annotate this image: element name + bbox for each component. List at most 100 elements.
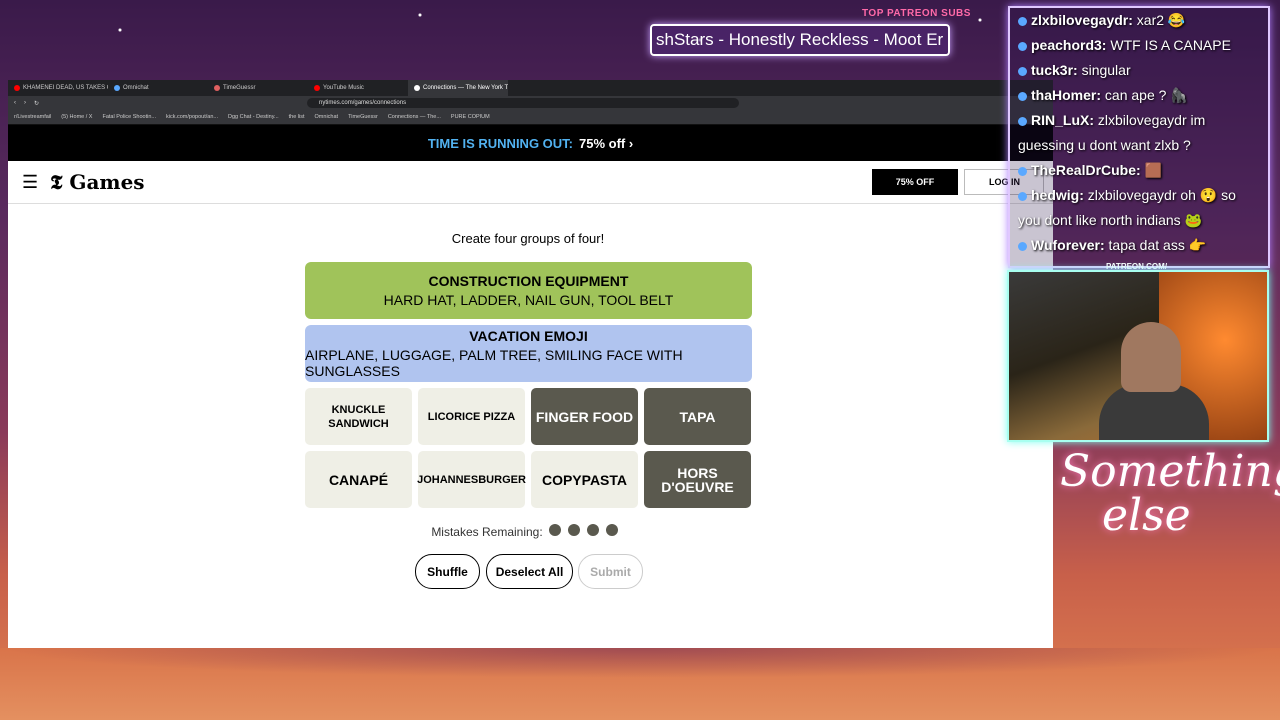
chat-text: guessing u dont want zlxb ? xyxy=(1018,137,1191,153)
webcam-feed xyxy=(1007,270,1269,442)
promo-banner[interactable]: TIME IS RUNNING OUT: 75% off › xyxy=(8,125,1053,161)
bookmark-item[interactable]: Fatal Police Shootin... xyxy=(102,114,156,120)
chat-message: thaHomer: can ape ? 🦍 xyxy=(1010,83,1268,108)
word-tile[interactable]: JOHANNESBURGER xyxy=(417,451,526,508)
solved-group: VACATION EMOJI AIRPLANE, LUGGAGE, PALM T… xyxy=(305,325,752,382)
browser-tab[interactable]: Omnichat xyxy=(108,80,208,96)
deselect-all-button[interactable]: Deselect All xyxy=(486,554,573,589)
mistake-dot xyxy=(586,524,599,536)
chat-text: you dont like north indians 🐸 xyxy=(1018,212,1202,228)
group-members: AIRPLANE, LUGGAGE, PALM TREE, SMILING FA… xyxy=(305,347,683,379)
patreon-label: TOP PATREON SUBS xyxy=(862,8,971,19)
browser-window: KHAMENEI DEAD, US TAKES CASUA Omnichat Tim… xyxy=(8,80,1053,648)
chat-message: guessing u dont want zlxb ? xyxy=(1010,133,1268,158)
webcam-streamer-body xyxy=(1099,384,1209,440)
bookmark-item[interactable]: the list xyxy=(289,114,305,120)
browser-tab[interactable]: YouTube Music xyxy=(308,80,408,96)
chat-username: thaHomer: xyxy=(1031,87,1102,103)
chat-badge-icon xyxy=(1018,116,1027,126)
promo-offer[interactable]: 75% off › xyxy=(579,136,633,151)
bookmark-item[interactable]: (5) Home / X xyxy=(61,114,92,120)
tab-label: Connections — The New York T xyxy=(423,85,508,91)
chat-message: Wuforever: tapa dat ass 👉 xyxy=(1010,233,1268,258)
chat-message: zlxbilovegaydr: xar2 😂 xyxy=(1010,8,1268,33)
word-tile[interactable]: FINGER FOOD xyxy=(531,388,638,445)
tab-favicon-icon xyxy=(214,85,220,91)
chat-badge-icon xyxy=(1018,16,1027,26)
stream-background-bottom xyxy=(0,648,1280,720)
chat-message: RIN_LuX: zlxbilovegaydr im xyxy=(1010,108,1268,133)
solved-group: CONSTRUCTION EQUIPMENT HARD HAT, LADDER,… xyxy=(305,262,752,319)
patreon-ticker: shStars - Honestly Reckless - Moot Er xyxy=(650,24,950,56)
word-tile[interactable]: HORS D'OEUVRE xyxy=(644,451,751,508)
word-tile[interactable]: CANAPÉ xyxy=(305,451,412,508)
chat-text: zlxbilovegaydr oh 😲 so xyxy=(1083,187,1236,203)
chat-username: Wuforever: xyxy=(1031,237,1105,253)
browser-tab[interactable]: TimeGuessr xyxy=(208,80,308,96)
chat-message: peachord3: WTF IS A CANAPE xyxy=(1010,33,1268,58)
chat-badge-icon xyxy=(1018,191,1027,201)
site-header: ☰ 𝕿 Games 75% OFF LOG IN xyxy=(8,161,1053,204)
promo-prefix: TIME IS RUNNING OUT: xyxy=(427,135,573,151)
chat-message: you dont like north indians 🐸 xyxy=(1010,208,1268,233)
chat-badge-icon xyxy=(1018,166,1027,176)
reload-icon[interactable]: ↻ xyxy=(34,100,39,107)
bookmark-item[interactable]: kick.com/popout/an... xyxy=(166,114,218,120)
mistake-dot xyxy=(605,524,618,536)
group-title: VACATION EMOJI xyxy=(469,328,588,344)
stream-chat: zlxbilovegaydr: xar2 😂 peachord3: WTF IS … xyxy=(1008,6,1270,268)
chat-username: TheRealDrCube: xyxy=(1031,162,1141,178)
url-field[interactable]: nytimes.com/games/connections xyxy=(307,98,740,108)
chat-badge-icon xyxy=(1018,241,1027,251)
tab-label: TimeGuessr xyxy=(223,85,256,91)
shuffle-button[interactable]: Shuffle xyxy=(415,554,480,589)
bookmark-item[interactable]: Connections — The... xyxy=(388,114,441,120)
chat-badge-icon xyxy=(1018,41,1027,51)
back-icon[interactable]: ‹ xyxy=(14,100,16,106)
chat-text: can ape ? 🦍 xyxy=(1101,87,1188,103)
word-tile[interactable]: KNUCKLE SANDWICH xyxy=(305,388,412,445)
group-title: CONSTRUCTION EQUIPMENT xyxy=(428,273,629,289)
word-tile[interactable]: COPYPASTA xyxy=(531,451,638,508)
chat-message: hedwig: zlxbilovegaydr oh 😲 so xyxy=(1010,183,1268,208)
address-bar: ‹ › ↻ nytimes.com/games/connections xyxy=(8,96,1053,110)
word-tile[interactable]: TAPA xyxy=(644,388,751,445)
group-members: HARD HAT, LADDER, NAIL GUN, TOOL BELT xyxy=(383,292,674,308)
word-tile[interactable]: LICORICE PIZZA xyxy=(418,388,525,445)
mistake-dot xyxy=(567,524,580,536)
bookmarks-bar: r/Livestreamfail (5) Home / X Fatal Police… xyxy=(8,110,1053,125)
chat-text: singular xyxy=(1077,62,1131,78)
chat-username: tuck3r: xyxy=(1031,62,1078,78)
chat-text: xar2 😂 xyxy=(1132,12,1186,28)
bookmark-item[interactable]: Dgg Chat - Destiny... xyxy=(228,114,279,120)
submit-button[interactable]: Submit xyxy=(578,554,643,589)
webcam-streamer xyxy=(1121,322,1181,392)
bookmark-item[interactable]: TimeGuessr xyxy=(348,114,378,120)
bookmark-item[interactable]: Omnichat xyxy=(315,114,339,120)
bookmark-item[interactable]: PURE COPIUM xyxy=(451,114,490,120)
tab-favicon-icon xyxy=(14,85,20,91)
chat-text: WTF IS A CANAPE xyxy=(1106,37,1231,53)
hamburger-menu-icon[interactable]: ☰ xyxy=(22,172,38,193)
tab-favicon-icon xyxy=(414,85,420,91)
subscribe-button[interactable]: 75% OFF xyxy=(872,169,958,195)
chat-badge-icon xyxy=(1018,66,1027,76)
bookmark-item[interactable]: r/Livestreamfail xyxy=(14,114,51,120)
chat-username: peachord3: xyxy=(1031,37,1107,53)
chat-username: RIN_LuX: xyxy=(1031,112,1094,128)
instructions: Create four groups of four! xyxy=(451,231,605,246)
forward-icon[interactable]: › xyxy=(24,100,26,106)
tab-label: KHAMENEI DEAD, US TAKES CASUA xyxy=(23,85,108,91)
mistakes-remaining: Mistakes Remaining: xyxy=(8,524,1048,539)
chat-message: tuck3r: singular xyxy=(1010,58,1268,83)
browser-tab[interactable]: Connections — The New York T xyxy=(408,80,508,96)
chat-message: TheRealDrCube: 🟫 xyxy=(1010,158,1268,183)
ticker-text: shStars - Honestly Reckless - Moot Er xyxy=(656,30,944,49)
nyt-games-logo[interactable]: 𝕿 Games xyxy=(50,170,144,194)
mistake-dots xyxy=(548,524,625,539)
chat-text: zlxbilovegaydr im xyxy=(1094,112,1206,128)
signature-logo: Something else xyxy=(1060,446,1280,541)
browser-tab[interactable]: KHAMENEI DEAD, US TAKES CASUA xyxy=(8,80,108,96)
chat-badge-icon xyxy=(1018,91,1027,101)
chat-username: zlxbilovegaydr: xyxy=(1031,12,1133,28)
